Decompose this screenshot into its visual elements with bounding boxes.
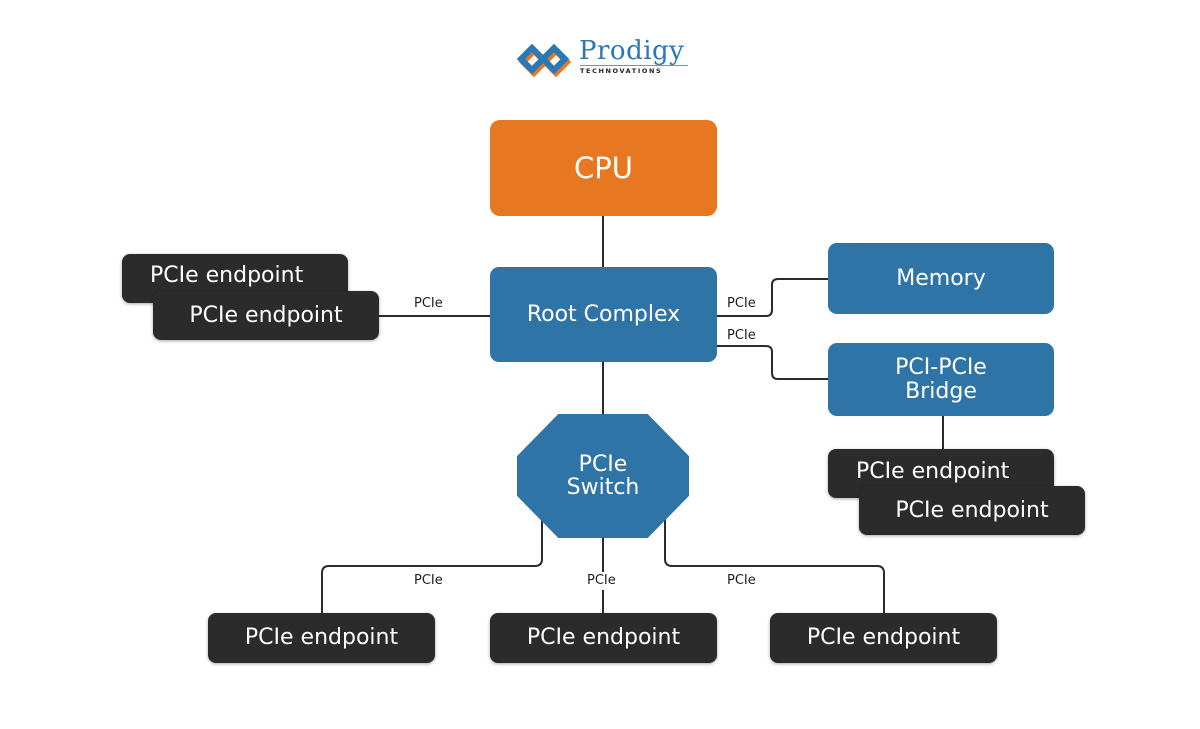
memory-node: Memory [828, 243, 1054, 314]
switch-label-line1: PCIe [578, 451, 628, 477]
memory-label: Memory [896, 265, 986, 291]
endpoint-left-front: PCIe endpoint [153, 291, 379, 340]
endpoint-bottom-center: PCIe endpoint [490, 613, 717, 663]
link-label-switch-right: PCIe [727, 573, 756, 588]
root-complex-label: Root Complex [526, 301, 681, 327]
cpu-label: CPU [574, 150, 633, 185]
endpoint-label: PCIe endpoint [189, 302, 343, 328]
link-label-bridge: PCIe [727, 328, 756, 343]
endpoint-bottom-left: PCIe endpoint [208, 613, 435, 663]
endpoint-bridge-front: PCIe endpoint [859, 486, 1085, 535]
endpoint-label: PCIe endpoint [806, 625, 961, 651]
endpoint-label: PCIe endpoint [856, 459, 1010, 484]
pci-pcie-bridge-node: PCI-PCIe Bridge [828, 343, 1054, 416]
endpoint-bottom-right: PCIe endpoint [770, 613, 997, 663]
root-complex-node: Root Complex [490, 267, 717, 362]
link-label-switch-left: PCIe [414, 573, 443, 588]
link-label-switch-center: PCIe [587, 573, 616, 588]
link-label-left: PCIe [414, 296, 443, 311]
bridge-label: PCI-PCIe Bridge [895, 355, 987, 404]
cpu-node: CPU [490, 120, 717, 216]
switch-label-line2: Switch [566, 475, 640, 500]
link-label-memory: PCIe [727, 296, 756, 311]
endpoint-label: PCIe endpoint [150, 263, 304, 288]
pcie-switch-node: PCIe Switch [517, 414, 689, 538]
endpoint-label: PCIe endpoint [526, 625, 681, 651]
endpoint-label: PCIe endpoint [895, 497, 1049, 523]
endpoint-label: PCIe endpoint [244, 625, 399, 651]
wire-switch-right [664, 518, 885, 613]
wire-bridge [717, 345, 828, 380]
wire-switch-left [321, 518, 543, 613]
